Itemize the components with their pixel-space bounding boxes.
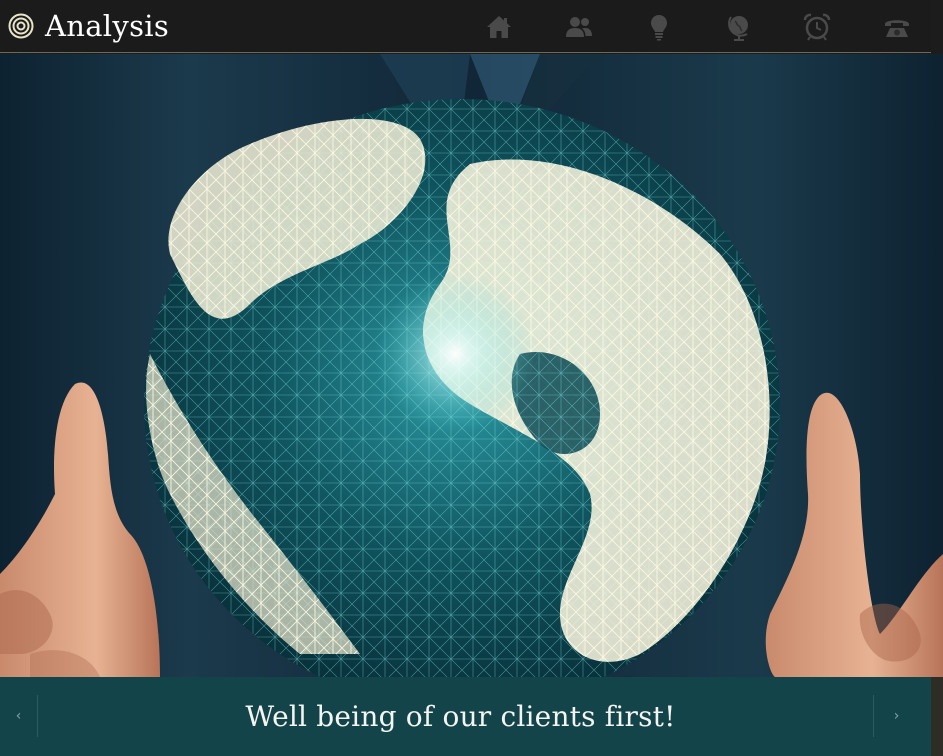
top-navbar: Analysis <box>0 0 931 53</box>
slide-caption-bar: ‹ Well being of our clients first! › <box>0 677 931 756</box>
nav-global[interactable] <box>700 0 778 53</box>
nav-ideas[interactable] <box>620 0 698 53</box>
slider-next-button[interactable]: › <box>873 695 919 737</box>
nav-team[interactable] <box>540 0 618 53</box>
users-icon <box>566 16 592 37</box>
chevron-left-icon: ‹ <box>15 708 22 724</box>
target-rings-icon <box>8 13 34 39</box>
telephone-icon <box>885 19 909 37</box>
home-icon <box>487 15 511 38</box>
page-edge <box>931 677 943 756</box>
slide-caption: Well being of our clients first! <box>245 700 676 733</box>
brand-title: Analysis <box>45 8 170 43</box>
alarm-clock-icon <box>803 13 831 41</box>
nav-contact[interactable] <box>858 0 936 53</box>
chevron-right-icon: › <box>893 708 900 724</box>
hero-slide-image <box>0 54 943 677</box>
slider-prev-button[interactable]: ‹ <box>0 695 38 737</box>
nav-home[interactable] <box>460 0 538 53</box>
brand[interactable]: Analysis <box>0 0 169 52</box>
network-globe-illustration <box>0 54 943 677</box>
main-nav <box>460 0 931 53</box>
lightbulb-icon <box>651 14 667 40</box>
nav-schedule[interactable] <box>778 0 856 53</box>
globe-icon <box>728 15 748 41</box>
